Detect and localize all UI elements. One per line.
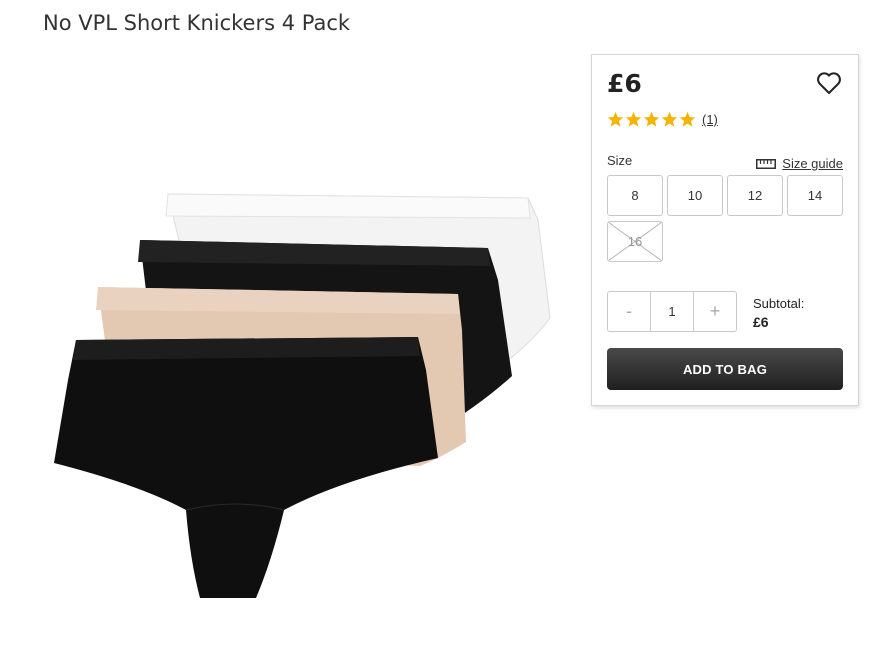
size-option-label: 8 xyxy=(631,188,639,203)
product-price: £6 xyxy=(607,69,642,98)
product-image xyxy=(40,180,580,620)
purchase-panel: £6 (1) Size Size guide 8 10 12 14 16 - 1… xyxy=(591,54,859,406)
review-count-link[interactable]: (1) xyxy=(702,112,718,127)
size-guide-link[interactable]: Size guide xyxy=(756,156,843,171)
size-option-14[interactable]: 14 xyxy=(787,175,843,216)
size-option-16-unavailable[interactable]: 16 xyxy=(607,221,663,262)
star-rating: (1) xyxy=(607,111,718,128)
size-option-10[interactable]: 10 xyxy=(667,175,723,216)
size-option-12[interactable]: 12 xyxy=(727,175,783,216)
size-option-8[interactable]: 8 xyxy=(607,175,663,216)
star-icon xyxy=(679,111,696,127)
size-option-label: 12 xyxy=(747,188,763,203)
size-guide-label: Size guide xyxy=(782,156,843,171)
quantity-decrease-button[interactable]: - xyxy=(608,292,650,331)
star-icon xyxy=(661,111,678,127)
subtotal-label: Subtotal: xyxy=(753,296,805,311)
product-title: No VPL Short Knickers 4 Pack xyxy=(43,11,351,35)
subtotal-value: £6 xyxy=(753,314,769,330)
knickers-4-pack-image xyxy=(54,193,551,598)
ruler-icon xyxy=(756,158,777,169)
add-to-bag-button[interactable]: ADD TO BAG xyxy=(607,348,843,390)
heart-icon xyxy=(817,72,841,94)
quantity-stepper: - 1 + xyxy=(607,291,737,332)
size-label: Size xyxy=(607,153,633,168)
quantity-increase-button[interactable]: + xyxy=(694,292,736,331)
size-option-label: 14 xyxy=(807,188,823,203)
star-icon xyxy=(607,111,624,127)
star-icon xyxy=(643,111,660,127)
star-icon xyxy=(625,111,642,127)
quantity-input[interactable]: 1 xyxy=(650,292,694,331)
subtotal: Subtotal: £6 xyxy=(753,295,804,331)
wishlist-button[interactable] xyxy=(816,71,842,95)
size-selector: 8 10 12 14 16 xyxy=(607,175,844,262)
size-option-label: 10 xyxy=(687,188,703,203)
size-option-label: 16 xyxy=(627,234,643,249)
